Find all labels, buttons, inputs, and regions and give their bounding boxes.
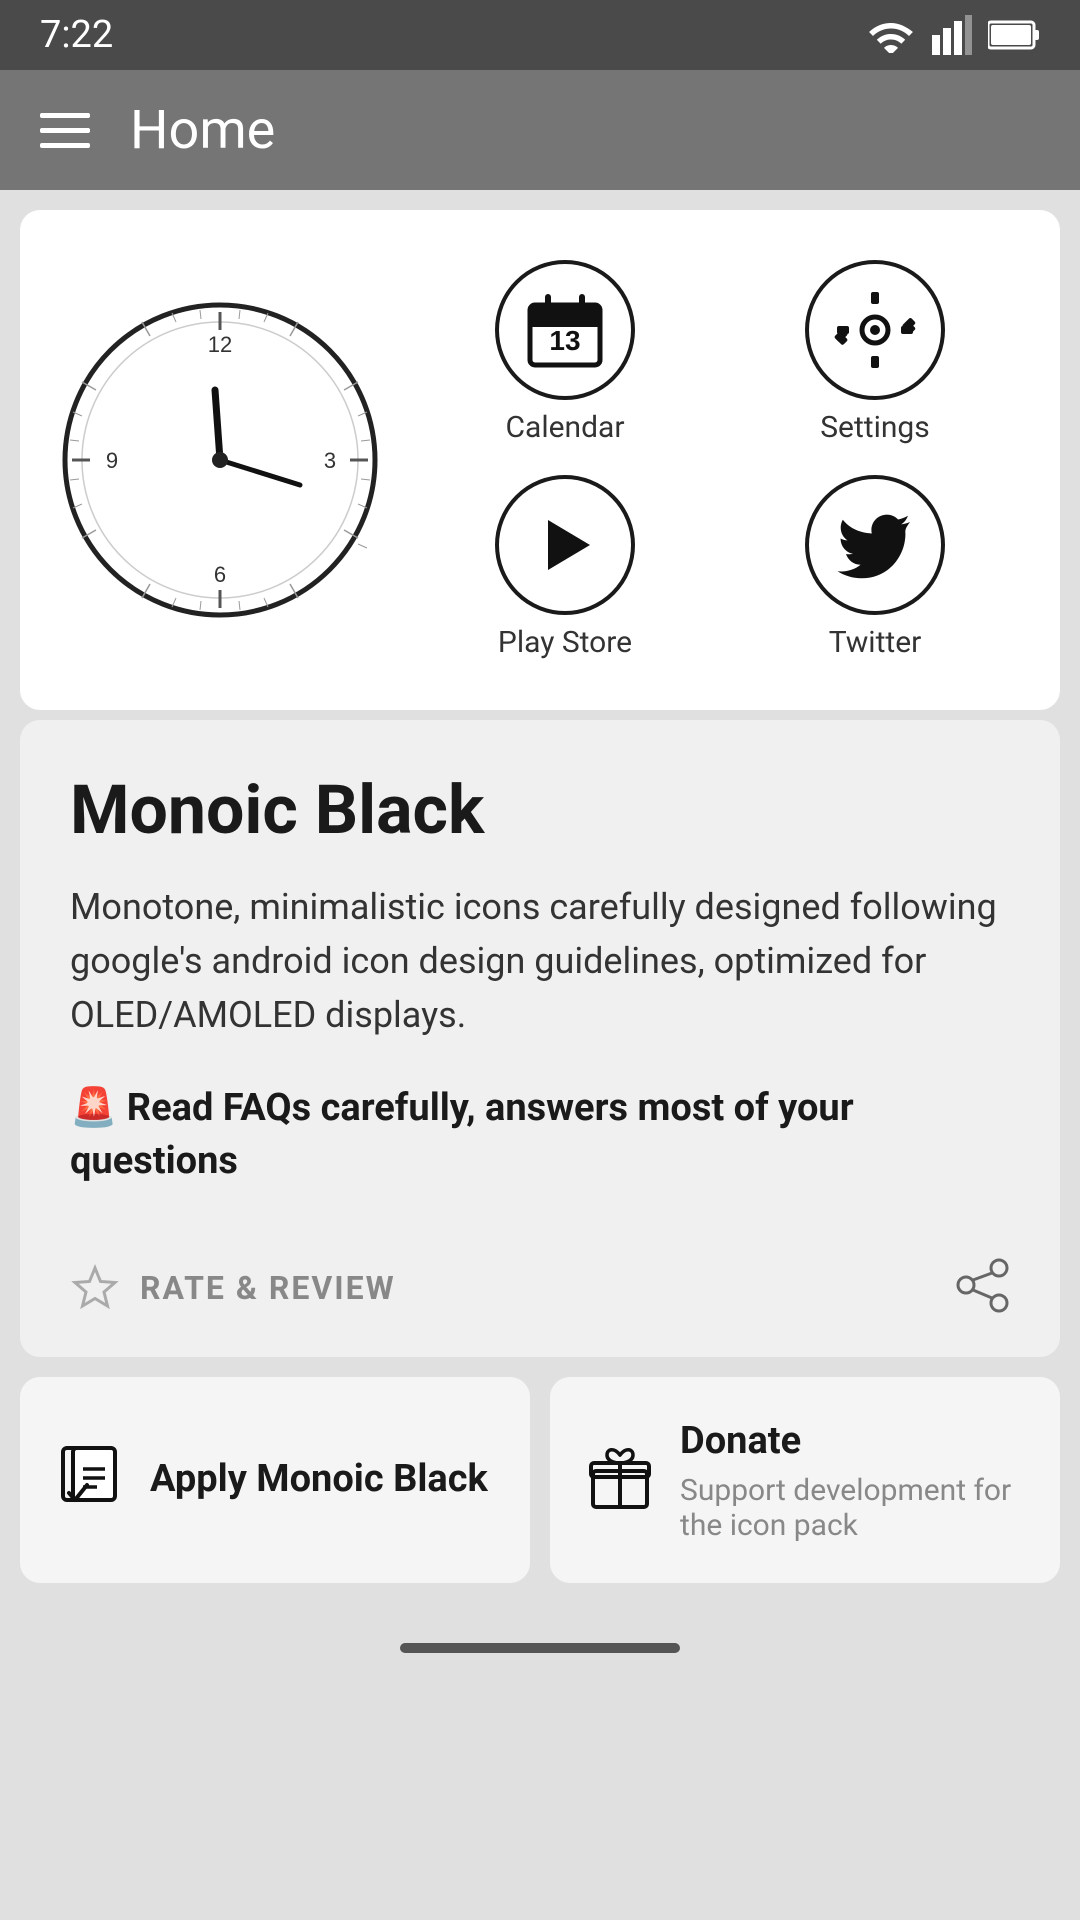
info-card: Monoic Black Monotone, minimalistic icon… bbox=[20, 720, 1060, 1357]
calendar-icon: 13 bbox=[520, 285, 610, 375]
faq-notice: 🚨 Read FAQs carefully, answers most of y… bbox=[70, 1082, 1010, 1188]
calendar-icon-item[interactable]: 13 Calendar bbox=[420, 260, 710, 445]
play-store-label: Play Store bbox=[498, 625, 632, 660]
svg-text:13: 13 bbox=[549, 325, 580, 356]
calendar-label: Calendar bbox=[505, 410, 624, 445]
home-indicator bbox=[0, 1623, 1080, 1683]
donate-card-title: Donate bbox=[680, 1417, 1025, 1466]
home-indicator-bar bbox=[400, 1643, 680, 1653]
app-description: Monotone, minimalistic icons carefully d… bbox=[70, 880, 1010, 1042]
twitter-icon-circle bbox=[805, 475, 945, 615]
svg-text:12: 12 bbox=[208, 332, 232, 357]
bottom-cards: Apply Monoic Black Donate Support develo… bbox=[20, 1377, 1060, 1582]
wifi-icon bbox=[866, 17, 916, 53]
star-icon bbox=[70, 1263, 120, 1313]
twitter-icon-item[interactable]: Twitter bbox=[730, 475, 1020, 660]
settings-label: Settings bbox=[820, 410, 930, 445]
calendar-icon-circle: 13 bbox=[495, 260, 635, 400]
page-title: Home bbox=[130, 99, 275, 162]
settings-icon bbox=[830, 285, 920, 375]
settings-icon-item[interactable]: Settings bbox=[730, 260, 1020, 445]
status-time: 7:22 bbox=[40, 13, 113, 57]
main-content: 12 3 6 9 bbox=[0, 190, 1080, 1603]
share-icon bbox=[955, 1258, 1010, 1313]
menu-button[interactable] bbox=[40, 113, 90, 148]
twitter-label: Twitter bbox=[829, 625, 922, 660]
apply-icon bbox=[55, 1443, 125, 1517]
status-icons bbox=[866, 15, 1040, 55]
svg-text:9: 9 bbox=[106, 448, 118, 473]
apply-monoic-icon bbox=[55, 1443, 125, 1513]
top-bar: Home bbox=[0, 70, 1080, 190]
info-actions: RATE & REVIEW bbox=[70, 1238, 1010, 1317]
apply-card-text: Apply Monoic Black bbox=[150, 1455, 495, 1504]
status-bar: 7:22 bbox=[0, 0, 1080, 70]
twitter-icon bbox=[830, 500, 920, 590]
apply-card-title: Apply Monoic Black bbox=[150, 1455, 495, 1504]
rate-review-button[interactable]: RATE & REVIEW bbox=[70, 1263, 396, 1313]
app-title: Monoic Black bbox=[70, 770, 1010, 850]
rate-review-label: RATE & REVIEW bbox=[140, 1269, 396, 1307]
play-store-icon-circle bbox=[495, 475, 635, 615]
donate-card-subtitle: Support development for the icon pack bbox=[680, 1473, 1025, 1543]
donate-card[interactable]: Donate Support development for the icon … bbox=[550, 1377, 1060, 1582]
app-icons-grid: 13 Calendar bbox=[420, 260, 1020, 660]
svg-text:6: 6 bbox=[214, 562, 226, 587]
preview-card: 12 3 6 9 bbox=[20, 210, 1060, 710]
battery-icon bbox=[988, 20, 1040, 50]
signal-icon bbox=[932, 15, 972, 55]
settings-icon-circle bbox=[805, 260, 945, 400]
apply-card[interactable]: Apply Monoic Black bbox=[20, 1377, 530, 1582]
gift-icon bbox=[585, 1443, 655, 1513]
share-button[interactable] bbox=[955, 1258, 1010, 1317]
clock-widget: 12 3 6 9 bbox=[60, 300, 380, 620]
svg-text:3: 3 bbox=[324, 448, 336, 473]
donate-card-text: Donate Support development for the icon … bbox=[680, 1417, 1025, 1542]
play-store-icon-item[interactable]: Play Store bbox=[420, 475, 710, 660]
play-store-icon bbox=[520, 500, 610, 590]
donate-icon bbox=[585, 1443, 655, 1517]
